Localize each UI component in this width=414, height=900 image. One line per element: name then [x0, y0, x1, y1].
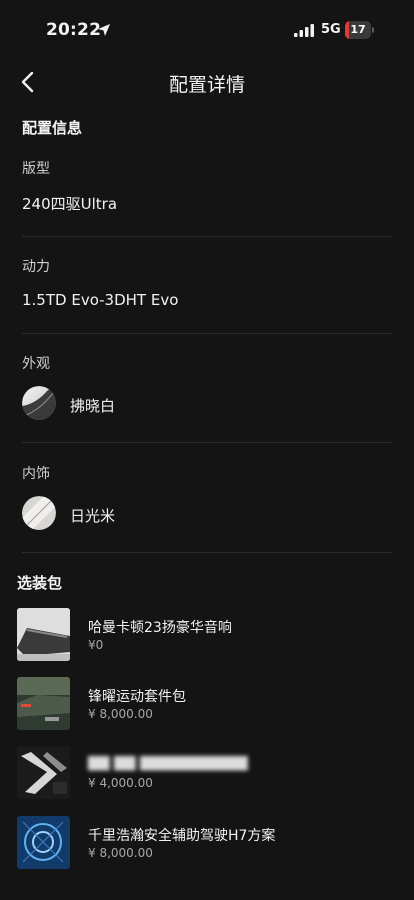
interior-label: 内饰	[22, 466, 50, 482]
status-bar: 20:22 5G 17	[0, 0, 414, 58]
package-name: 千里浩瀚安全辅助驾驶H7方案	[88, 828, 276, 844]
trim-label: 版型	[22, 161, 50, 177]
power-label: 动力	[22, 259, 50, 275]
package-name-redacted: ▇▇ ▇▇ ▇▇▇▇▇▇▇▇▇▇	[88, 755, 248, 771]
interior-color-swatch	[22, 496, 56, 530]
power-value: 1.5TD Evo-3DHT Evo	[22, 291, 179, 309]
package-thumbnail[interactable]	[17, 608, 70, 661]
package-price: ¥ 4,000.00	[88, 776, 153, 790]
divider	[22, 442, 392, 443]
location-arrow-icon	[98, 24, 110, 36]
exterior-color-name: 拂晓白	[70, 397, 116, 415]
package-name: 哈曼卡顿23扬豪华音响	[88, 620, 232, 636]
package-price: ¥0	[88, 638, 104, 652]
signal-bars-icon	[294, 24, 314, 37]
package-name: 锋曜运动套件包	[88, 689, 186, 705]
package-thumbnail[interactable]	[17, 677, 70, 730]
status-time: 20:22	[46, 20, 102, 40]
divider	[22, 236, 392, 237]
network-type: 5G	[321, 22, 341, 37]
package-price: ¥ 8,000.00	[88, 846, 153, 860]
trim-value: 240四驱Ultra	[22, 195, 118, 213]
battery-indicator: 17	[345, 21, 375, 39]
packages-section-heading: 选装包	[17, 574, 63, 592]
divider	[22, 333, 392, 334]
package-price: ¥ 8,000.00	[88, 707, 153, 721]
package-thumbnail[interactable]	[17, 746, 70, 799]
battery-percent: 17	[350, 23, 366, 36]
config-section-heading: 配置信息	[22, 119, 83, 137]
exterior-color-swatch	[22, 386, 56, 420]
interior-color-name: 日光米	[70, 507, 116, 525]
exterior-label: 外观	[22, 356, 50, 372]
divider	[22, 552, 392, 553]
package-thumbnail[interactable]	[17, 816, 70, 869]
page-title: 配置详情	[168, 74, 245, 96]
nav-bar: 配置详情	[0, 58, 414, 106]
